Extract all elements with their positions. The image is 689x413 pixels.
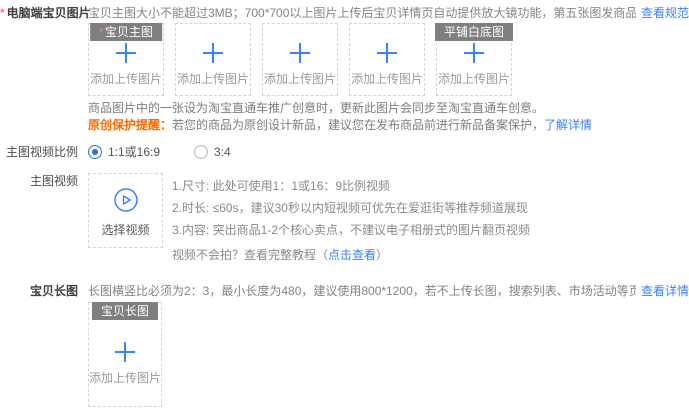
- radio-option-1-1-or-16-9[interactable]: 1:1或16:9: [88, 143, 160, 160]
- pc-images-section: *电脑端宝贝图片 宝贝主图大小不能超过3MB；700*700以上图片上传后宝贝详…: [0, 5, 689, 133]
- required-asterisk: *: [0, 6, 5, 20]
- upload-box-4[interactable]: 添加上传图片: [349, 23, 425, 96]
- original-protection-body: 若您的商品为原创设计新品，建议您在发布商品前进行新品备案保护，: [172, 118, 544, 132]
- plus-icon: [464, 43, 484, 63]
- learn-more-link[interactable]: 了解详情: [544, 118, 592, 132]
- tutorial-prefix: 视频不会拍？查看完整教程（: [172, 248, 328, 262]
- view-details-link[interactable]: 查看详情: [641, 283, 689, 299]
- original-protection-note: 原创保护提醒：若您的商品为原创设计新品，建议您在发布商品前进行新品备案保护，了解…: [88, 118, 689, 133]
- plus-icon: [290, 43, 310, 63]
- select-video-label: 选择视频: [101, 221, 149, 238]
- video-tip-size: 1.尺寸: 此处可使用1：1或16：9比例视频: [172, 178, 530, 194]
- upload-box-3[interactable]: 添加上传图片: [262, 23, 338, 96]
- radio-option-3-4[interactable]: 3:4: [194, 145, 231, 159]
- view-spec-link[interactable]: 查看规范: [641, 5, 689, 21]
- original-protection-prefix: 原创保护提醒：: [88, 118, 172, 132]
- video-ratio-options: 1:1或16:9 3:4: [88, 143, 689, 160]
- radio-option-label: 1:1或16:9: [108, 143, 160, 160]
- main-image-badge: *宝贝主图: [90, 23, 162, 41]
- pc-images-hint: 宝贝主图大小不能超过3MB；700*700以上图片上传后宝贝详情页自动提供放大镜…: [88, 5, 689, 21]
- white-base-badge-text: 平铺白底图: [444, 25, 504, 39]
- tutorial-link[interactable]: 点击查看: [328, 248, 376, 262]
- select-video-button[interactable]: 选择视频: [88, 173, 163, 248]
- plus-icon: [116, 43, 136, 63]
- radio-option-label: 3:4: [214, 145, 231, 159]
- upload-box-main[interactable]: *宝贝主图 添加上传图片: [88, 23, 164, 96]
- video-tutorial-line: 视频不会拍？查看完整教程（点击查看）: [172, 247, 530, 263]
- upload-box-label: 添加上传图片: [177, 72, 249, 86]
- upload-box-2[interactable]: 添加上传图片: [175, 23, 251, 96]
- long-image-hint-text: 长图横竖比必须为2：3，最小长度为480，建议使用800*1200，若不上传长图…: [88, 283, 636, 299]
- long-image-hint: 长图横竖比必须为2：3，最小长度为480，建议使用800*1200，若不上传长图…: [88, 283, 689, 299]
- plus-icon: [115, 342, 135, 362]
- upload-box-label: 添加上传图片: [264, 72, 336, 86]
- ztc-sync-note: 商品图片中的一张设为淘宝直通车推广创意时，更新此图片会同步至淘宝直通车创意。: [88, 101, 689, 116]
- plus-icon: [203, 43, 223, 63]
- long-image-label: 宝贝长图: [0, 283, 78, 299]
- product-publish-form: *电脑端宝贝图片 宝贝主图大小不能超过3MB；700*700以上图片上传后宝贝详…: [0, 0, 689, 407]
- tutorial-suffix: ）: [376, 248, 388, 262]
- pc-images-label: *电脑端宝贝图片: [0, 5, 78, 21]
- long-image-section: 宝贝长图 长图横竖比必须为2：3，最小长度为480，建议使用800*1200，若…: [0, 283, 689, 407]
- upload-box-label: 添加上传图片: [438, 72, 510, 86]
- upload-box-row: *宝贝主图 添加上传图片 添加上传图片 添加上传图片 添加上传图片: [88, 23, 689, 96]
- radio-selected-icon[interactable]: [88, 145, 102, 159]
- pc-images-hint-text: 宝贝主图大小不能超过3MB；700*700以上图片上传后宝贝详情页自动提供放大镜…: [88, 5, 636, 21]
- badge-required-asterisk: *: [99, 25, 104, 39]
- video-tip-duration: 2.时长: ≤60s，建议30秒以内短视频可优先在爱逛街等推荐频道展现: [172, 200, 530, 216]
- video-ratio-label: 主图视频比例: [0, 144, 78, 160]
- main-video-label: 主图视频: [0, 173, 78, 189]
- main-image-badge-text: 宝贝主图: [105, 25, 153, 39]
- video-tips: 1.尺寸: 此处可使用1：1或16：9比例视频 2.时长: ≤60s，建议30秒…: [172, 173, 530, 263]
- upload-box-label: 添加上传图片: [351, 72, 423, 86]
- long-image-badge-text: 宝贝长图: [101, 304, 149, 318]
- upload-box-long-image[interactable]: 宝贝长图 添加上传图片: [88, 302, 162, 407]
- radio-unselected-icon[interactable]: [194, 145, 208, 159]
- upload-box-label: 添加上传图片: [89, 371, 161, 385]
- video-tip-content: 3.内容: 突出商品1-2个核心卖点，不建议电子相册式的图片翻页视频: [172, 222, 530, 238]
- long-image-badge: 宝贝长图: [92, 302, 158, 320]
- video-ratio-section: 主图视频比例 1:1或16:9 3:4: [0, 143, 689, 160]
- upload-box-label: 添加上传图片: [90, 72, 162, 86]
- plus-icon: [377, 43, 397, 63]
- white-base-badge: 平铺白底图: [435, 23, 513, 41]
- upload-box-white-base[interactable]: 平铺白底图 添加上传图片: [436, 23, 512, 96]
- pc-images-label-text: 电脑端宝贝图片: [7, 6, 91, 20]
- main-video-section: 主图视频 选择视频 1.尺寸: 此处可使用1：1或16：9比例视频 2.时长: …: [0, 173, 689, 263]
- play-icon: [113, 187, 139, 213]
